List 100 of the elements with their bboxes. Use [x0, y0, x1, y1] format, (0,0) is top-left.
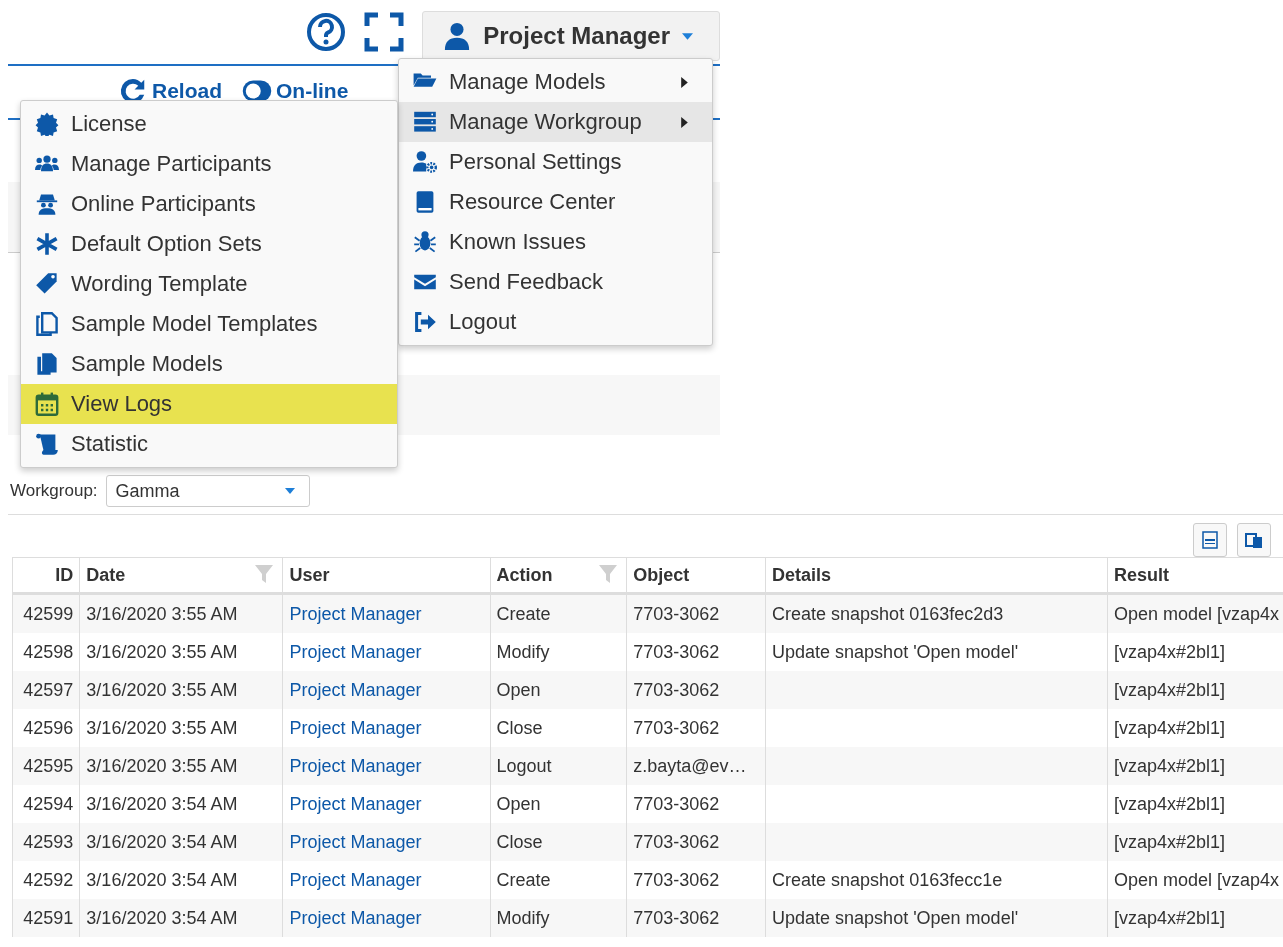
table-cell: 3/16/2020 3:55 AM	[86, 755, 238, 776]
table-cell: 42594	[23, 793, 74, 814]
table-cell: 7703-3062	[633, 641, 720, 662]
server-icon	[413, 110, 437, 134]
table-cell: Logout	[496, 755, 552, 776]
copy-icon	[35, 312, 59, 336]
menu-item[interactable]: Statistic	[21, 424, 397, 464]
asterisk-icon	[35, 232, 59, 256]
menu-item[interactable]: Logout	[399, 302, 712, 342]
calendar-icon	[35, 392, 59, 416]
table-cell: [vzap4x#2bl1]	[1113, 717, 1225, 738]
table-cell: 42598	[23, 641, 74, 662]
table-cell: 3/16/2020 3:55 AM	[86, 679, 238, 700]
menu-item[interactable]: Resource Center	[399, 182, 712, 222]
workgroup-label: Workgroup:	[10, 481, 98, 501]
table-cell: 7703-3062	[633, 869, 720, 890]
user-menu-button[interactable]: Project Manager	[422, 11, 720, 61]
tag-icon	[35, 272, 59, 296]
files-icon	[35, 352, 59, 376]
table-cell: [vzap4x#2bl1]	[1113, 679, 1225, 700]
column-header[interactable]: Date	[79, 557, 283, 594]
spreadsheet-icon	[1200, 530, 1220, 550]
table-cell: Open	[496, 679, 541, 700]
table-cell: 3/16/2020 3:54 AM	[86, 869, 238, 890]
menu-item[interactable]: Manage Participants	[21, 144, 397, 184]
table-cell: 7703-3062	[633, 907, 720, 928]
user-link[interactable]: Project Manager	[289, 641, 422, 662]
table-cell: Open	[496, 793, 541, 814]
table-cell: Create	[496, 869, 551, 890]
table-cell: 42591	[23, 907, 74, 928]
table-cell: [vzap4x#2bl1]	[1113, 641, 1225, 662]
table-cell: 7703-3062	[633, 831, 720, 852]
column-header[interactable]: Result	[1107, 557, 1283, 594]
column-header[interactable]: Object	[626, 557, 766, 594]
table-cell: 7703-3062	[633, 793, 720, 814]
table-cell: 7703-3062	[633, 679, 720, 700]
menu-item[interactable]: Sample Models	[21, 344, 397, 384]
table-cell: 3/16/2020 3:55 AM	[86, 717, 238, 738]
table-cell: 7703-3062	[633, 717, 720, 738]
column-header[interactable]: Details	[765, 557, 1108, 594]
table-cell: 3/16/2020 3:55 AM	[86, 641, 238, 662]
table-cell: [vzap4x#2bl1]	[1113, 793, 1225, 814]
table-cell: Modify	[496, 907, 550, 928]
table-cell: z.bayta@ev…	[633, 755, 747, 776]
table-cell: Create snapshot 0163fec2d3	[772, 603, 1004, 624]
menu-item[interactable]: Wording Template	[21, 264, 397, 304]
table-cell: 42599	[23, 603, 74, 624]
table-cell: 42592	[23, 869, 74, 890]
menu-item[interactable]: Send Feedback	[399, 262, 712, 302]
table-cell: Close	[496, 717, 543, 738]
menu-item[interactable]: Default Option Sets	[21, 224, 397, 264]
user-link[interactable]: Project Manager	[289, 793, 422, 814]
workgroup-dropdown[interactable]: Gamma	[105, 475, 310, 507]
table-cell: 3/16/2020 3:54 AM	[86, 907, 238, 928]
column-header[interactable]: Action	[490, 557, 627, 594]
table-cell: Update snapshot 'Open model'	[772, 907, 1019, 928]
menu-item[interactable]: Manage Models	[399, 62, 712, 102]
table-cell: 42596	[23, 717, 74, 738]
menu-item[interactable]: Online Participants	[21, 184, 397, 224]
table-cell: [vzap4x#2bl1]	[1113, 907, 1225, 928]
table-cell: 7703-3062	[633, 603, 720, 624]
table-cell: Update snapshot 'Open model'	[772, 641, 1019, 662]
help-icon	[306, 12, 347, 52]
badge-icon	[35, 112, 59, 136]
table-cell: Close	[496, 831, 543, 852]
bug-icon	[413, 230, 437, 254]
spy-icon	[35, 192, 59, 216]
table-cell: Modify	[496, 641, 550, 662]
user-link[interactable]: Project Manager	[289, 869, 422, 890]
table-cell: 42597	[23, 679, 74, 700]
menu-item[interactable]: Sample Model Templates	[21, 304, 397, 344]
scroll-icon	[35, 432, 59, 456]
menu-item[interactable]: Known Issues	[399, 222, 712, 262]
table-cell: 3/16/2020 3:55 AM	[86, 603, 238, 624]
user-icon	[443, 22, 472, 50]
caret-icon	[284, 488, 295, 494]
copy-icon	[1244, 530, 1264, 550]
menu-item[interactable]: License	[21, 104, 397, 144]
table-cell: 3/16/2020 3:54 AM	[86, 831, 238, 852]
menu-item[interactable]: View Logs	[21, 384, 397, 424]
user-gear-icon	[413, 150, 437, 174]
table-cell: 42595	[23, 755, 74, 776]
caret-icon	[682, 32, 693, 40]
column-header[interactable]: User	[282, 557, 491, 594]
table-cell: Open model [vzap4x	[1113, 869, 1279, 890]
table-cell: 3/16/2020 3:54 AM	[86, 793, 238, 814]
excel-export-button[interactable]	[1193, 523, 1227, 557]
table-cell: 42593	[23, 831, 74, 852]
table-cell: Create	[496, 603, 551, 624]
user-link[interactable]: Project Manager	[289, 717, 422, 738]
fullscreen-icon	[364, 12, 405, 52]
menu-item[interactable]: Manage Workgroup	[399, 102, 712, 142]
table-cell: Open model [vzap4x	[1113, 603, 1279, 624]
column-header[interactable]: ID	[12, 557, 80, 594]
table-cell: Create snapshot 0163fecc1e	[772, 869, 1003, 890]
table-cell: [vzap4x#2bl1]	[1113, 831, 1225, 852]
table-cell: [vzap4x#2bl1]	[1113, 755, 1225, 776]
sign-out-icon	[413, 310, 437, 334]
menu-item[interactable]: Personal Settings	[399, 142, 712, 182]
copy-export-button[interactable]	[1237, 523, 1271, 557]
